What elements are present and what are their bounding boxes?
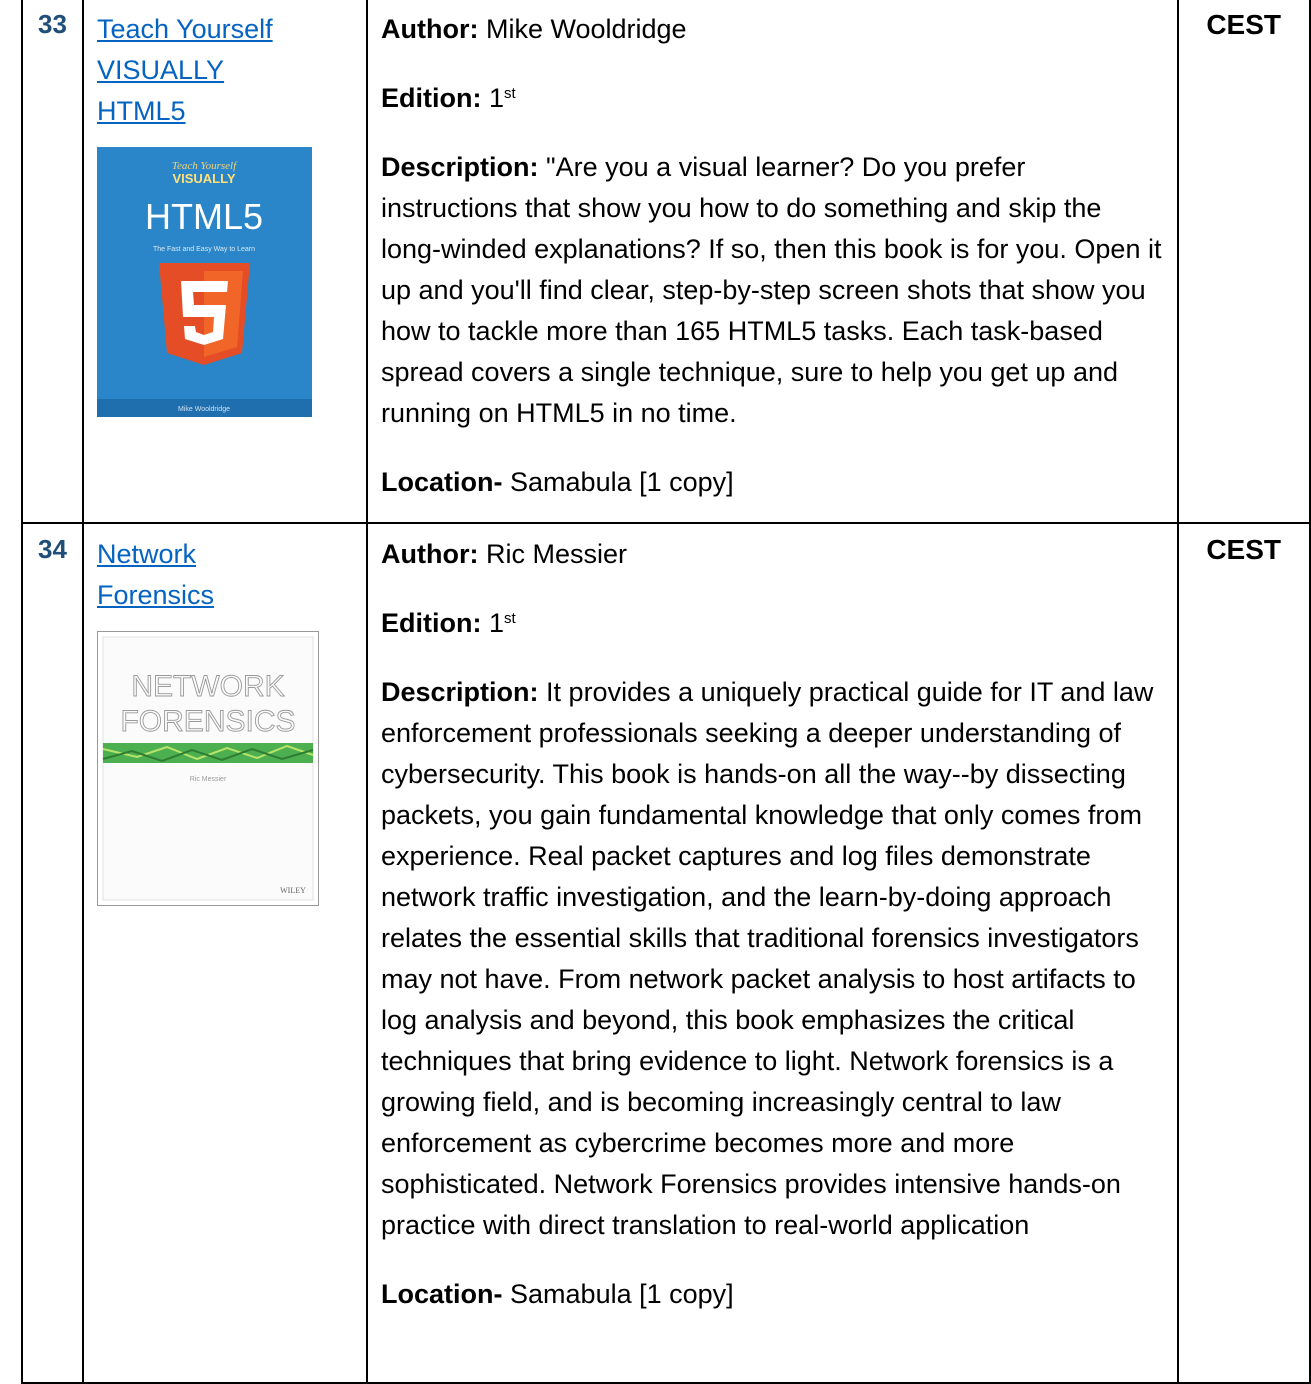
svg-text:Ric Messier: Ric Messier — [190, 776, 227, 783]
details-cell: Author: Mike Wooldridge Edition: 1st Des… — [366, 0, 1179, 524]
book-row-33: 33 Teach Yourself VISUALLY HTML5 Teach Y… — [21, 0, 1311, 524]
author-line: Author: Mike Wooldridge — [381, 14, 687, 44]
book-title-link[interactable]: Network Forensics — [97, 539, 214, 610]
svg-text:NETWORK: NETWORK — [131, 670, 284, 703]
svg-text:VISUALLY: VISUALLY — [172, 171, 235, 186]
svg-text:Mike Wooldridge: Mike Wooldridge — [178, 406, 230, 413]
svg-text:HTML5: HTML5 — [145, 196, 263, 237]
svg-text:WILEY: WILEY — [280, 886, 306, 895]
title-cell: Teach Yourself VISUALLY HTML5 Teach Your… — [82, 0, 368, 524]
location-line: Location- Samabula [1 copy] — [381, 467, 734, 497]
department-label: CEST — [1177, 0, 1311, 524]
book-title-link[interactable]: Teach Yourself VISUALLY HTML5 — [97, 14, 273, 126]
title-cell: Network Forensics NETWORK FORENSICS Ric … — [82, 522, 368, 1384]
description-text: Description: It provides a uniquely prac… — [381, 677, 1154, 1240]
row-number: 33 — [21, 0, 84, 524]
details-cell: Author: Ric Messier Edition: 1st Descrip… — [366, 522, 1179, 1384]
description-text: Description: "Are you a visual learner? … — [381, 152, 1162, 428]
location-line: Location- Samabula [1 copy] — [381, 1279, 734, 1309]
row-number: 34 — [21, 522, 84, 1384]
book-row-34: 34 Network Forensics NETWORK FORENSICS R… — [21, 522, 1311, 1384]
author-line: Author: Ric Messier — [381, 539, 627, 569]
book-cover-network-forensics: NETWORK FORENSICS Ric Messier WILEY — [97, 631, 319, 906]
book-catalog-table: 33 Teach Yourself VISUALLY HTML5 Teach Y… — [21, 0, 1311, 1384]
svg-text:The Fast and Easy Way to Learn: The Fast and Easy Way to Learn — [153, 246, 255, 253]
svg-text:FORENSICS: FORENSICS — [120, 705, 295, 738]
book-cover-html5: Teach Yourself VISUALLY HTML5 The Fast a… — [97, 147, 312, 417]
edition-line: Edition: 1st — [381, 608, 516, 638]
department-label: CEST — [1177, 522, 1311, 1384]
edition-line: Edition: 1st — [381, 83, 516, 113]
